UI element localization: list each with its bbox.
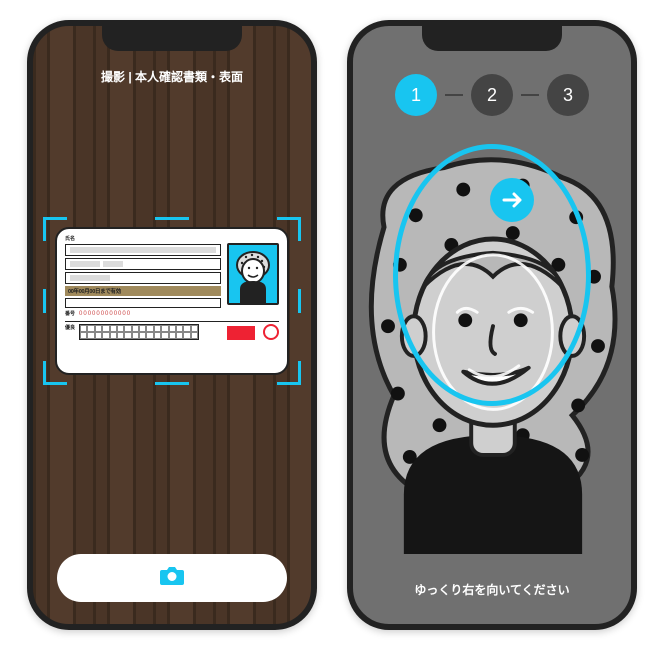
phone-face-verification: 1 2 3 [347, 20, 637, 630]
card-red-mark [227, 326, 255, 340]
frame-edge-bottom [155, 382, 189, 385]
step-3: 3 [547, 74, 589, 116]
phone-document-scan: 撮影 | 本人確認書類・表面 氏名 00年00月00日まで有効 番号 [27, 20, 317, 630]
instruction-text: ゆっくり右を向いてください [353, 581, 631, 598]
frame-edge-right [298, 289, 301, 313]
card-number: 000000000000 [79, 311, 131, 317]
step-connector [521, 94, 539, 96]
card-validity: 00年00月00日まで有効 [65, 286, 221, 296]
card-label-name: 氏名 [65, 235, 221, 242]
card-label-bottom: 優良 [65, 324, 75, 340]
step-connector [445, 94, 463, 96]
card-avatar-icon [230, 245, 276, 303]
card-label-number: 番号 [65, 310, 75, 317]
id-card: 氏名 00年00月00日まで有効 番号 000000000000 [55, 227, 289, 375]
camera-icon [160, 565, 184, 592]
face-guide-oval [393, 144, 591, 406]
shutter-button[interactable] [57, 554, 287, 602]
face-capture-area [353, 138, 631, 554]
scan-frame: 氏名 00年00月00日まで有効 番号 000000000000 [47, 221, 297, 381]
step-1: 1 [395, 74, 437, 116]
direction-indicator [490, 178, 534, 222]
step-2: 2 [471, 74, 513, 116]
card-photo [227, 243, 279, 305]
phone-notch [422, 25, 562, 51]
card-stamp-icon [263, 324, 279, 340]
card-grid [79, 324, 199, 340]
frame-edge-left [43, 289, 46, 313]
frame-edge-top [155, 217, 189, 220]
phone-notch [102, 25, 242, 51]
arrow-right-icon [500, 188, 524, 212]
